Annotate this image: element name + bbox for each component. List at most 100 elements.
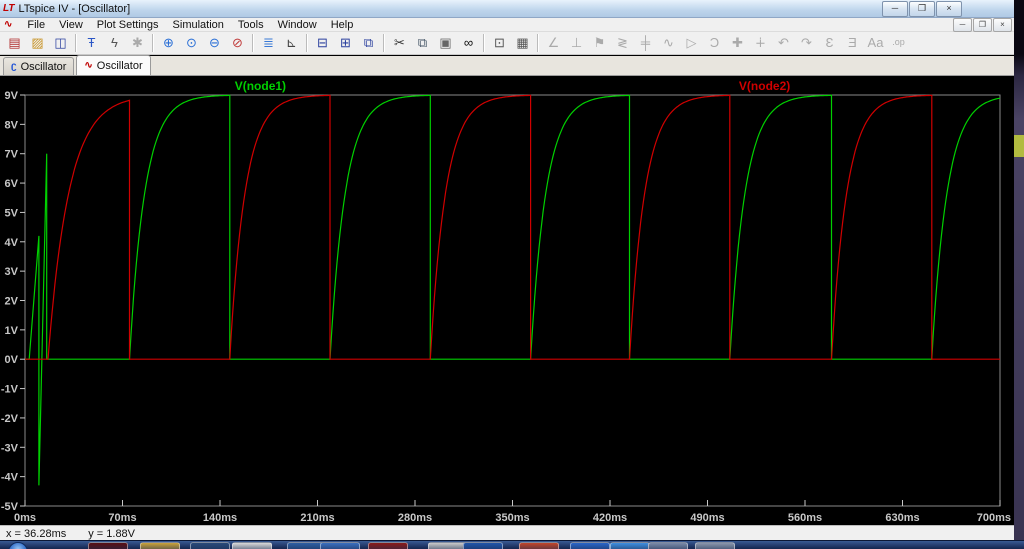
taskbar-item[interactable] — [648, 542, 688, 549]
trace-label-vnode2[interactable]: V(node2) — [739, 79, 790, 93]
waveform-plot-area[interactable]: 9V8V7V6V5V4V3V2V1V0V-1V-2V-3V-4V-5V0ms70… — [0, 76, 1014, 525]
toolbar-place-component-button: Ɔ — [703, 32, 726, 54]
x-tick-label: 0ms — [14, 512, 36, 524]
toolbar-cut-button[interactable]: ✂ — [388, 32, 411, 54]
menu-items: FileViewPlot SettingsSimulationToolsWind… — [20, 19, 360, 31]
trace-vnode2 — [25, 95, 1000, 359]
toolbar-separator — [383, 34, 385, 52]
toolbar-zoom-full-extents-button[interactable]: ⊙ — [180, 32, 203, 54]
toolbar-place-inductor-button: ∿ — [657, 32, 680, 54]
title-bar: LT LTspice IV - [Oscillator] ─❐× — [0, 0, 1014, 18]
taskbar-item[interactable] — [570, 542, 610, 549]
toolbar-paste-button[interactable]: ▣ — [434, 32, 457, 54]
toolbar-halt-button: ✱ — [126, 32, 149, 54]
toolbar-zoom-in-button[interactable]: ⊕ — [157, 32, 180, 54]
close-button[interactable]: × — [936, 1, 962, 17]
toolbar-rotate-button: Ɛ — [818, 32, 841, 54]
y-tick-label: 2V — [5, 296, 19, 308]
start-button[interactable] — [8, 542, 28, 549]
waveform-svg: 9V8V7V6V5V4V3V2V1V0V-1V-2V-3V-4V-5V0ms70… — [0, 76, 1014, 525]
menu-tools[interactable]: Tools — [231, 19, 271, 31]
y-tick-label: -4V — [1, 472, 19, 484]
toolbar-separator — [252, 34, 254, 52]
menu-window[interactable]: Window — [271, 19, 324, 31]
toolbar-cascade-windows-button[interactable]: ⧉ — [357, 32, 380, 54]
x-tick-label: 280ms — [398, 512, 432, 524]
taskbar-item[interactable] — [140, 542, 180, 549]
y-tick-label: 9V — [5, 90, 19, 102]
toolbar-separator — [537, 34, 539, 52]
toolbar-zoom-undo-button[interactable]: ⊘ — [226, 32, 249, 54]
tab-label: Oscillator — [21, 61, 67, 73]
taskbar-item[interactable] — [368, 542, 408, 549]
toolbar-spice-directive-button: .op — [887, 32, 910, 54]
y-tick-label: 1V — [5, 325, 19, 337]
cursor-y-readout: y = 1.88V — [88, 528, 135, 540]
menu-simulation[interactable]: Simulation — [166, 19, 231, 31]
toolbar-autorange-y-axis-button[interactable]: ≣ — [257, 32, 280, 54]
toolbar-place-ground-button: ⊥ — [565, 32, 588, 54]
toolbar-run-button[interactable]: ϟ — [103, 32, 126, 54]
window-controls: ─❐× — [881, 1, 962, 17]
schematic-icon: ʗ — [11, 61, 17, 72]
toolbar-place-resistor-button: ≷ — [611, 32, 634, 54]
menu-file[interactable]: File — [20, 19, 52, 31]
status-bar: x = 36.28ms y = 1.88V — [0, 525, 1014, 541]
toolbar-control-panel-button[interactable]: Ŧ — [80, 32, 103, 54]
toolbar-place-label-button: ⚑ — [588, 32, 611, 54]
tab-label: Oscillator — [97, 60, 143, 72]
mdi-restore-button[interactable]: ❐ — [973, 18, 992, 32]
trace-vnode1 — [25, 95, 1000, 485]
toolbar-new-schematic-button[interactable]: ▤ — [3, 32, 26, 54]
toolbar-open-button[interactable]: ▨ — [26, 32, 49, 54]
x-tick-label: 700ms — [977, 512, 1011, 524]
toolbar-find-button[interactable]: ∞ — [457, 32, 480, 54]
toolbar-mirror-button: Ǝ — [841, 32, 864, 54]
taskbar-item[interactable] — [519, 542, 559, 549]
taskbar-item[interactable] — [232, 542, 272, 549]
y-tick-label: 8V — [5, 119, 19, 131]
toolbar-separator — [152, 34, 154, 52]
taskbar-item[interactable] — [463, 542, 503, 549]
toolbar-copy-button[interactable]: ⧉ — [411, 32, 434, 54]
toolbar-tile-horizontal-button[interactable]: ⊟ — [311, 32, 334, 54]
toolbar-zoom-out-button[interactable]: ⊖ — [203, 32, 226, 54]
menu-help[interactable]: Help — [324, 19, 361, 31]
x-tick-label: 420ms — [593, 512, 627, 524]
taskbar-item[interactable] — [610, 542, 650, 549]
taskbar-item[interactable] — [320, 542, 360, 549]
y-tick-label: 4V — [5, 237, 19, 249]
waveform-icon: ∿ — [84, 60, 92, 71]
tab-oscillator-schematic[interactable]: ʗ Oscillator — [3, 57, 74, 75]
toolbar-save-button[interactable]: ◫ — [49, 32, 72, 54]
menu-view[interactable]: View — [52, 19, 90, 31]
toolbar-separator — [75, 34, 77, 52]
toolbar-plot-settings-button[interactable]: ⊾ — [280, 32, 303, 54]
window-title: LTspice IV - [Oscillator] — [18, 3, 130, 15]
toolbar-move-button: ✚ — [726, 32, 749, 54]
mdi-close-button[interactable]: × — [993, 18, 1012, 32]
minimize-button[interactable]: ─ — [882, 1, 908, 17]
taskbar-item[interactable] — [88, 542, 128, 549]
toolbar-draw-wire-button: ∠ — [542, 32, 565, 54]
toolbar-undo-button: ↶ — [772, 32, 795, 54]
x-tick-label: 630ms — [885, 512, 919, 524]
ltspice-logo-icon: LT — [3, 3, 14, 14]
taskbar-item[interactable] — [190, 542, 230, 549]
tab-oscillator-waveform[interactable]: ∿ Oscillator — [76, 55, 150, 75]
toolbar-print-button[interactable]: ▦ — [511, 32, 534, 54]
toolbar-print-preview-button[interactable]: ⊡ — [488, 32, 511, 54]
toolbar: ▤▨◫Ŧϟ✱⊕⊙⊖⊘≣⊾⊟⊞⧉✂⧉▣∞⊡▦∠⊥⚑≷╪∿▷Ɔ✚∔↶↷ƐƎAa.op — [0, 32, 1014, 55]
taskbar-item[interactable] — [428, 542, 468, 549]
trace-label-vnode1[interactable]: V(node1) — [235, 79, 286, 93]
y-tick-label: 5V — [5, 207, 19, 219]
taskbar-item[interactable] — [695, 542, 735, 549]
desktop-edge-accent — [1014, 135, 1024, 157]
x-tick-label: 70ms — [108, 512, 136, 524]
menu-plot-settings[interactable]: Plot Settings — [90, 19, 166, 31]
windows-taskbar — [0, 540, 1024, 549]
restore-button[interactable]: ❐ — [909, 1, 935, 17]
y-tick-label: 6V — [5, 178, 19, 190]
toolbar-tile-vertical-button[interactable]: ⊞ — [334, 32, 357, 54]
mdi-minimize-button[interactable]: ─ — [953, 18, 972, 32]
